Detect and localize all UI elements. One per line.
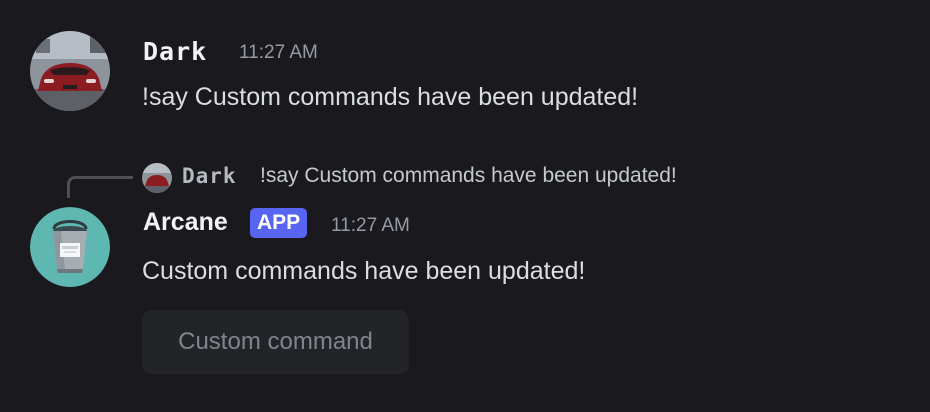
red-car-avatar-small-icon [142,163,172,193]
message-timestamp: 11:27 AM [239,42,318,63]
app-badge: APP [250,208,308,238]
reply-avatar[interactable] [142,163,172,193]
red-car-avatar-icon [30,31,110,111]
author-name[interactable]: Dark [143,37,207,66]
dark-avatar[interactable] [30,31,110,111]
reply-spine [67,176,133,198]
author-name[interactable]: Arcane [143,208,228,237]
reply-author-name[interactable]: Dark [182,164,237,188]
custom-command-button[interactable]: Custom command [142,310,409,374]
arcane-avatar[interactable] [30,207,110,287]
paint-bucket-avatar-icon [30,207,110,287]
chat-log: Dark 11:27 AM !say Custom commands have … [0,0,930,412]
message-content: Custom commands have been updated! [142,257,586,285]
reply-content[interactable]: !say Custom commands have been updated! [260,164,677,188]
message-timestamp: 11:27 AM [331,215,410,236]
message-content: !say Custom commands have been updated! [142,83,639,111]
